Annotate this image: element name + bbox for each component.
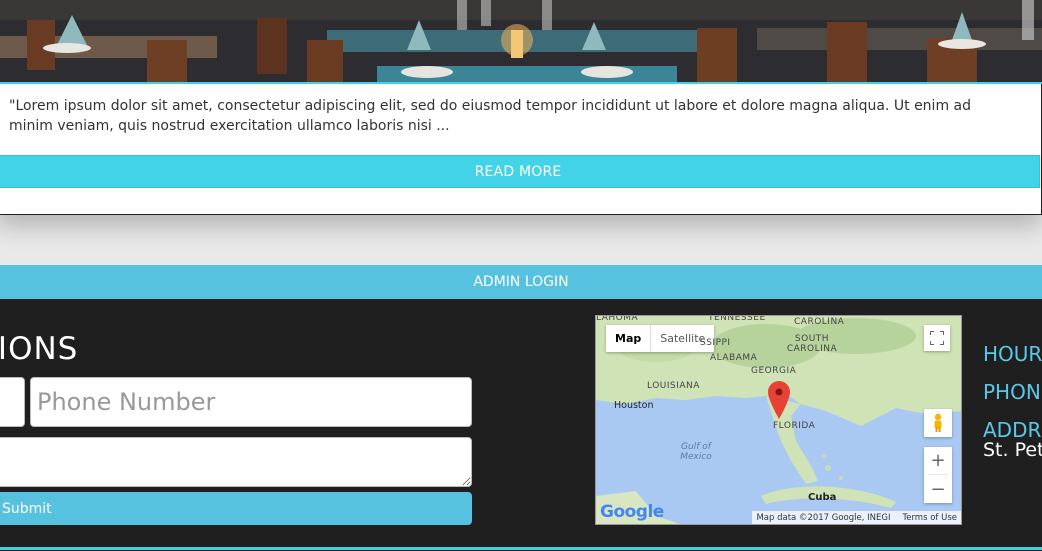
restaurant-hero-image: [0, 0, 1042, 84]
map-label-houston: Houston: [614, 400, 654, 411]
address-value: St. Pet: [983, 439, 1042, 461]
map-label-gulf: Gulf of Mexico: [680, 442, 712, 462]
post-card: "Lorem ipsum dolor sit amet, consectetur…: [0, 0, 1042, 215]
top-zone: "Lorem ipsum dolor sit amet, consectetur…: [0, 0, 1042, 265]
submit-button[interactable]: Submit: [0, 492, 472, 525]
map-label-south-carolina: SOUTH CAROLINA: [786, 334, 838, 354]
map-label-cuba: Cuba: [808, 492, 837, 503]
map-attribution-text: Map data ©2017 Google, INEGI: [756, 512, 891, 523]
read-more-button[interactable]: READ MORE: [0, 155, 1040, 188]
map-label-georgia: GEORGIA: [751, 366, 797, 376]
map-label-north-carolina: CAROLINA: [794, 317, 845, 327]
phone-number-field[interactable]: [30, 377, 472, 427]
map-label-louisiana: LOUISIANA: [647, 381, 700, 391]
zoom-control: + −: [924, 447, 952, 503]
map-label-alabama: ALABAMA: [710, 353, 758, 363]
section-title: TIONS: [0, 331, 79, 367]
message-field[interactable]: [0, 437, 472, 487]
zoom-out-button[interactable]: −: [930, 475, 945, 503]
map-label-mississippi: SSIPPI: [700, 338, 731, 348]
map-label-tennessee: TENNESSEE: [708, 315, 766, 323]
bottom-accent-line: [0, 547, 1042, 550]
map-label-oklahoma: LAHOMA: [596, 315, 639, 323]
google-logo: Google: [600, 502, 664, 522]
map-attribution: Map data ©2017 Google, INEGI Terms of Us…: [752, 511, 961, 524]
hours-label: HOUR: [983, 342, 1042, 366]
map-type-control: Map Satellite: [606, 325, 715, 352]
fullscreen-icon[interactable]: [924, 325, 950, 351]
map-marker-icon[interactable]: [768, 381, 790, 423]
pegman-icon[interactable]: [924, 409, 952, 437]
phone-label: PHON: [983, 380, 1041, 404]
post-excerpt: "Lorem ipsum dolor sit amet, consectetur…: [9, 98, 972, 134]
name-field[interactable]: [0, 377, 25, 427]
admin-login-button[interactable]: ADMIN LOGIN: [0, 265, 1042, 299]
contact-info: HOUR PHON ADDR St. Pet: [983, 335, 1042, 461]
terms-of-use-link[interactable]: Terms of Use: [902, 513, 957, 523]
location-map[interactable]: Map Satellite + − LAHOMA TENNESSEE CAROL…: [595, 315, 962, 525]
map-type-map[interactable]: Map: [606, 325, 652, 352]
reservations-section: TIONS Submit: [0, 299, 1042, 551]
zoom-in-button[interactable]: +: [928, 447, 948, 475]
submit-label: Submit: [2, 500, 52, 517]
